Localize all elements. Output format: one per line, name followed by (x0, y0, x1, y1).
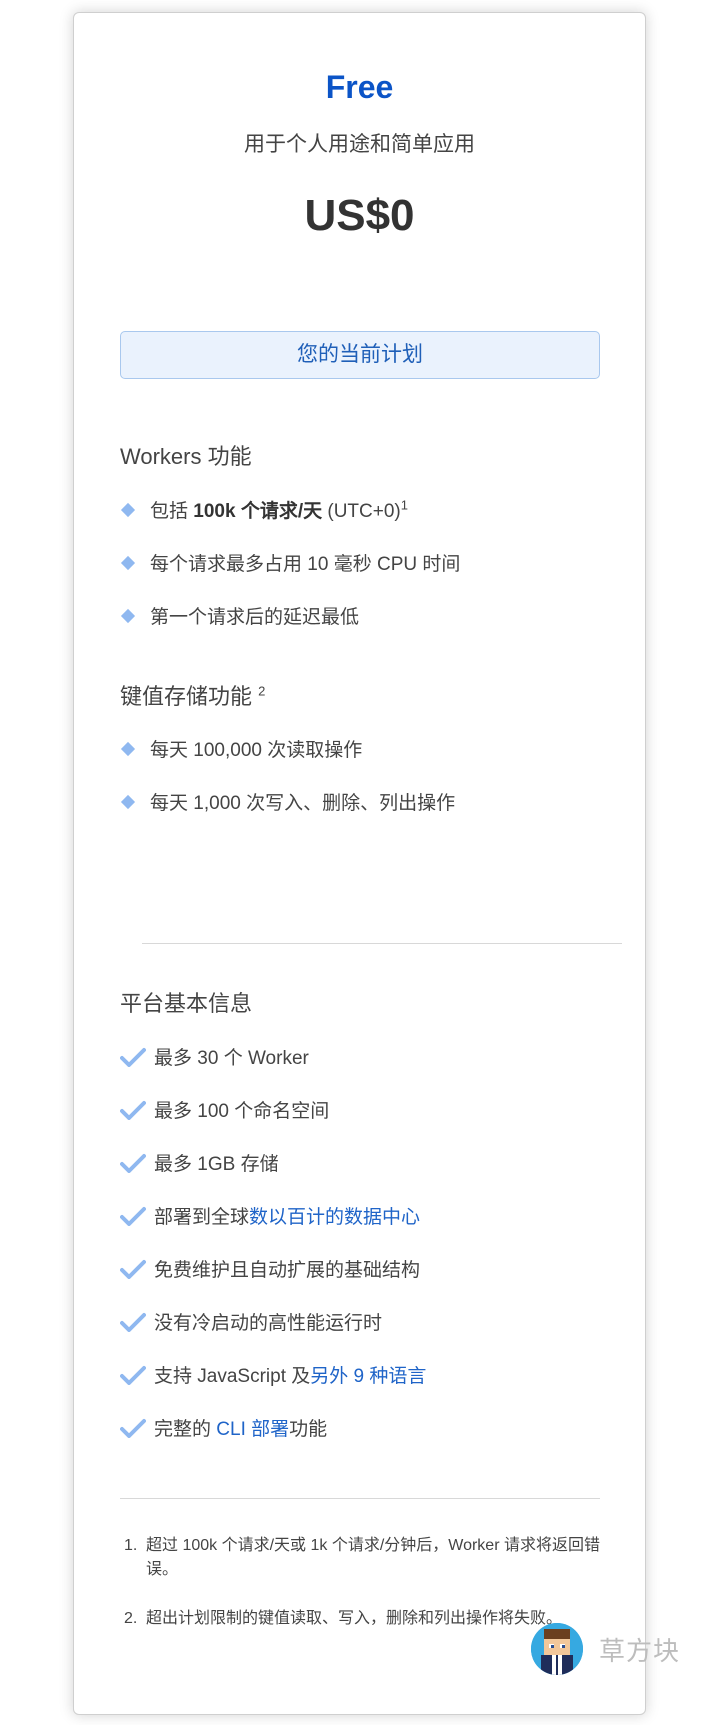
platform-item-storage: 最多 1GB 存储 (120, 1149, 279, 1176)
checkmark-icon (120, 1100, 146, 1120)
cli-deploy-link[interactable]: CLI 部署 (216, 1419, 289, 1440)
plan-description: 用于个人用途和简单应用 (244, 133, 475, 156)
kv-section-title: 键值存储功能 2 (120, 683, 266, 709)
checkmark-icon (120, 1047, 146, 1067)
kv-feature-reads: 每天 100,000 次读取操作 (120, 735, 362, 762)
avatar (531, 1623, 583, 1675)
section-divider (142, 943, 622, 944)
checkmark-icon (120, 1206, 146, 1226)
datacenters-link[interactable]: 数以百计的数据中心 (249, 1207, 420, 1228)
checkmark-icon (120, 1153, 146, 1173)
workers-feature-cpu: 每个请求最多占用 10 毫秒 CPU 时间 (120, 549, 460, 576)
footnote-divider (120, 1498, 600, 1499)
diamond-icon (120, 741, 136, 756)
kv-feature-writes: 每天 1,000 次写入、删除、列出操作 (120, 788, 455, 815)
platform-item-datacenters: 部署到全球数以百计的数据中心 (120, 1202, 420, 1229)
workers-feature-latency: 第一个请求后的延迟最低 (120, 602, 359, 629)
platform-item-workers: 最多 30 个 Worker (120, 1043, 309, 1070)
footnote-1: 1. 超过 100k 个请求/天或 1k 个请求/分钟后，Worker 请求将返… (124, 1537, 600, 1578)
plan-name: Free (325, 69, 394, 105)
platform-item-cli: 完整的 CLI 部署功能 (120, 1414, 327, 1441)
footnote-ref-1[interactable]: 1 (401, 498, 408, 513)
diamond-icon (120, 794, 136, 809)
workers-section-title: Workers 功能 (120, 444, 252, 469)
platform-item-languages: 支持 JavaScript 及另外 9 种语言 (120, 1361, 426, 1388)
plan-price: US$0 (304, 191, 415, 240)
current-plan-button[interactable]: 您的当前计划 (120, 331, 600, 379)
watermark: 草方块 (531, 1623, 680, 1675)
diamond-icon (120, 502, 136, 517)
platform-item-namespaces: 最多 100 个命名空间 (120, 1096, 329, 1123)
checkmark-icon (120, 1312, 146, 1332)
diamond-icon (120, 608, 136, 623)
platform-item-runtime: 没有冷启动的高性能运行时 (120, 1308, 382, 1335)
pricing-card: Free 用于个人用途和简单应用 US$0 您的当前计划 Workers 功能 … (73, 12, 646, 1715)
languages-link[interactable]: 另外 9 种语言 (310, 1366, 426, 1387)
platform-item-infrastructure: 免费维护且自动扩展的基础结构 (120, 1255, 420, 1282)
workers-feature-requests: 包括 100k 个请求/天 (UTC+0)1 (120, 496, 408, 523)
footnote-ref-2[interactable]: 2 (258, 684, 265, 699)
watermark-text: 草方块 (599, 1635, 681, 1666)
platform-section-title: 平台基本信息 (120, 991, 253, 1016)
checkmark-icon (120, 1259, 146, 1279)
checkmark-icon (120, 1365, 146, 1385)
diamond-icon (120, 555, 136, 570)
checkmark-icon (120, 1418, 146, 1438)
